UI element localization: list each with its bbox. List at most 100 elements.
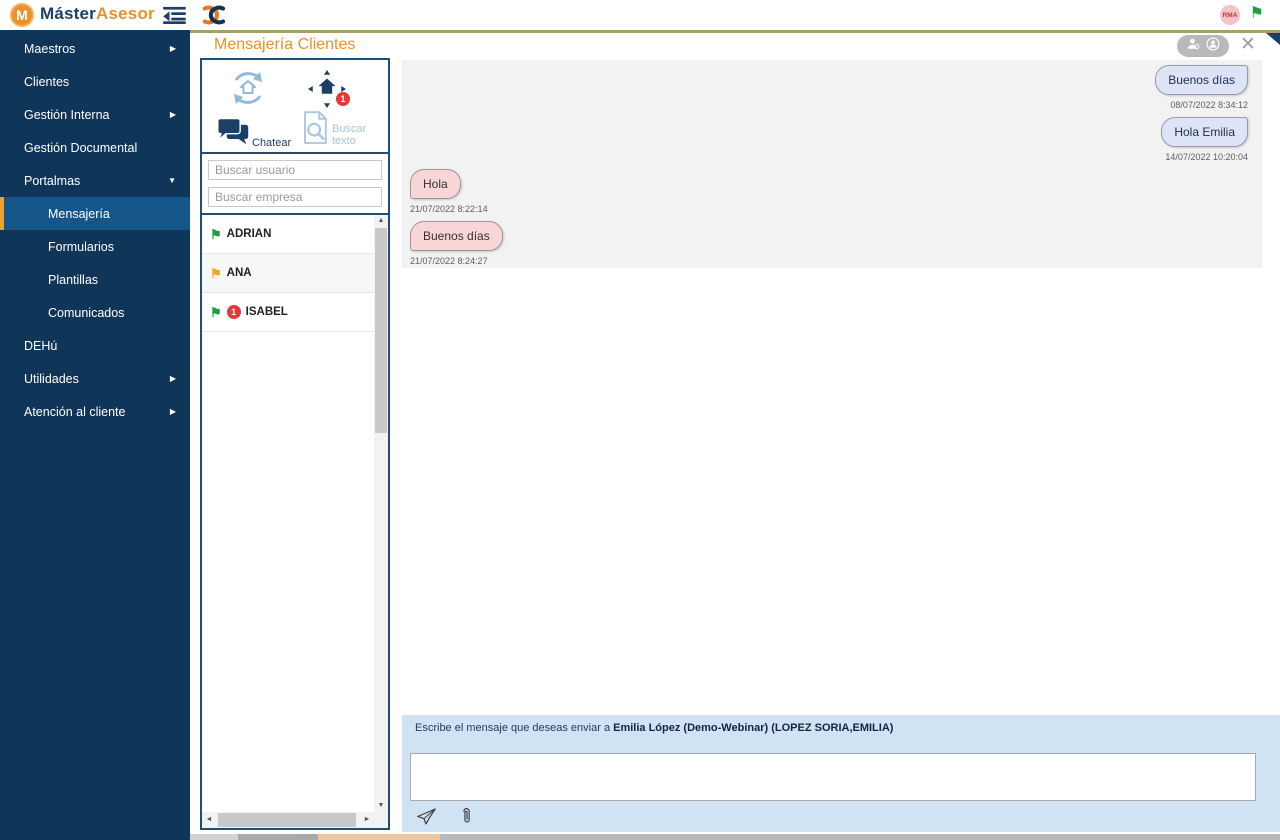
chat-tools-panel: 1 Chatear Buscar texto Buscar usuario Bu… [200,58,390,830]
horizontal-scrollbar[interactable]: ◄ ► [202,812,388,828]
contact-row-ana[interactable]: ⚑ ANA [202,254,374,293]
sidebar-nav: Maestros ▶ Clientes Gestión Interna ▶ Ge… [0,30,190,840]
page-horizontal-scrollbar[interactable] [190,834,1280,840]
contacts-toggle-button[interactable] [1177,35,1229,57]
contact-name: ADRIAN [226,228,272,240]
search-text-button[interactable]: Buscar texto [300,110,388,151]
contact-list: ⚑ ADRIAN ⚑ ANA ⚑ 1 ISABEL ▲ ▼ ◄ ► [202,215,388,828]
scroll-left-icon[interactable]: ◄ [202,812,216,828]
message-received: Buenos días 21/07/2022 8:24:27 [410,221,1248,266]
sidebar-footer [0,834,190,840]
document-search-icon [300,110,330,151]
message-bubble: Hola Emilia [1161,117,1248,147]
menu-collapse-icon[interactable] [162,6,186,29]
sidebar-item-comunicados[interactable]: Comunicados [0,296,190,329]
scrollbar-thumb[interactable] [318,834,440,840]
top-bar: M MásterAsesor RMA ⚑ [0,0,1280,30]
sidebar-item-label: Gestión Interna [24,107,110,122]
user-avatar[interactable]: RMA [1220,5,1240,25]
unread-badge: 1 [336,92,350,106]
scroll-up-icon[interactable]: ▲ [374,215,388,227]
refresh-home-icon[interactable] [226,66,270,115]
flag-icon: ⚑ [210,304,222,320]
search-user-input[interactable] [208,160,382,180]
unread-badge: 1 [226,305,241,319]
message-sent: Hola Emilia 14/07/2022 10:20:04 [410,117,1248,162]
sidebar-item-label: Formularios [48,239,114,254]
close-icon[interactable]: ✕ [1240,34,1256,56]
sidebar-item-formularios[interactable]: Formularios [0,230,190,263]
message-bubble: Buenos días [410,221,503,251]
search-company-input[interactable] [208,187,382,207]
vertical-scrollbar[interactable]: ▲ ▼ [374,215,388,812]
message-input[interactable] [410,753,1256,801]
sidebar-item-label: Utilidades [24,371,79,386]
sidebar-item-label: Gestión Documental [24,140,138,155]
compose-label-prefix: Escribe el mensaje que deseas enviar a [415,722,614,734]
tools-icon-box: 1 Chatear Buscar texto [202,60,388,154]
scroll-down-icon[interactable]: ▼ [374,800,388,812]
user-circle-icon [1205,36,1221,57]
contact-name: ANA [226,267,252,279]
sidebar-item-label: Portalmas [24,173,81,188]
sidebar-item-label: Plantillas [48,272,99,287]
scrollbar-thumb[interactable] [218,813,356,827]
message-timestamp: 21/07/2022 8:22:14 [410,204,488,214]
sidebar-item-utilidades[interactable]: Utilidades ▶ [0,362,190,395]
chevron-right-icon: ▶ [169,44,176,53]
sidebar-item-plantillas[interactable]: Plantillas [0,263,190,296]
message-bubble: Hola [410,169,461,199]
message-history: Buenos días 08/07/2022 8:34:12 Hola Emil… [402,60,1262,268]
company-c-logo-icon[interactable] [198,4,228,31]
message-timestamp: 21/07/2022 8:24:27 [410,256,488,266]
message-timestamp: 08/07/2022 8:34:12 [1170,100,1248,110]
scrollbar-thumb[interactable] [375,228,387,433]
message-bubble: Buenos días [1155,65,1248,95]
user-gear-icon [1186,36,1202,57]
header-divider [190,30,1280,33]
sidebar-item-clientes[interactable]: Clientes [0,65,190,98]
send-icon[interactable] [416,807,436,825]
contact-row-adrian[interactable]: ⚑ ADRIAN [202,215,374,254]
sidebar-item-label: Atención al cliente [24,404,126,419]
message-timestamp: 14/07/2022 10:20:04 [1165,152,1248,162]
sidebar-item-label: DEHú [24,338,58,353]
compose-label: Escribe el mensaje que deseas enviar a E… [415,722,893,734]
chat-mode-button[interactable]: Chatear [216,116,291,151]
message-received: Hola 21/07/2022 8:22:14 [410,169,1248,214]
attach-icon[interactable] [460,807,473,825]
compose-recipient: Emilia López (Demo-Webinar) (LOPEZ SORIA… [613,722,894,734]
contact-row-isabel[interactable]: ⚑ 1 ISABEL [202,293,374,332]
sidebar-item-dehu[interactable]: DEHú [0,329,190,362]
message-sent: Buenos días 08/07/2022 8:34:12 [410,65,1248,110]
sidebar-item-gestion-interna[interactable]: Gestión Interna ▶ [0,98,190,131]
flag-icon: ⚑ [210,226,222,242]
chevron-right-icon: ▶ [169,110,176,119]
brand-logo-icon: M [10,3,34,27]
sidebar-item-label: Mensajería [48,206,110,221]
corner-triangle-icon [1266,33,1280,45]
chevron-right-icon: ▶ [169,374,176,383]
scrollbar-segment [238,834,318,840]
scrollbar-segment [190,834,238,840]
sidebar-item-label: Maestros [24,41,76,56]
contact-name: ISABEL [245,306,288,318]
page-title: Mensajería Clientes [214,36,356,53]
sidebar-item-mensajeria[interactable]: Mensajería [0,197,190,230]
flag-status-icon[interactable]: ⚑ [1250,4,1264,24]
sidebar-item-gestion-documental[interactable]: Gestión Documental [0,131,190,164]
contact-filters [202,154,388,215]
chat-bubbles-icon [216,116,250,151]
sidebar-item-label: Comunicados [48,305,125,320]
chat-mode-label: Chatear [252,137,292,149]
search-text-label: Buscar texto [332,123,367,147]
brand-secondary: Asesor [96,4,155,23]
sidebar-item-maestros[interactable]: Maestros ▶ [0,32,190,65]
brand-primary: Máster [40,4,97,23]
sidebar-item-portalmas[interactable]: Portalmas ▼ [0,164,190,197]
compose-area: Escribe el mensaje que deseas enviar a E… [402,715,1280,832]
sidebar-item-atencion-cliente[interactable]: Atención al cliente ▶ [0,395,190,428]
brand-title: MásterAsesor [40,4,155,24]
chevron-down-icon: ▼ [168,176,176,185]
scroll-right-icon[interactable]: ► [360,812,374,828]
